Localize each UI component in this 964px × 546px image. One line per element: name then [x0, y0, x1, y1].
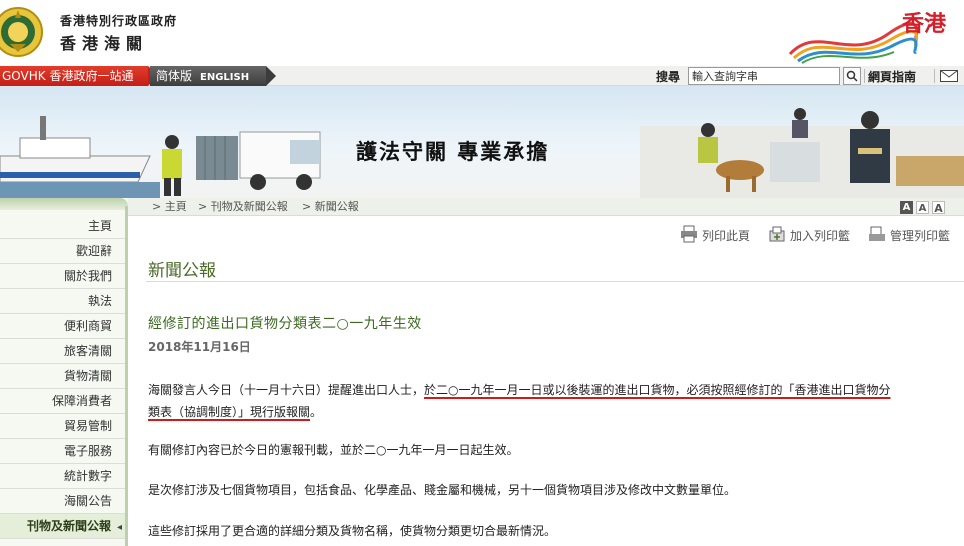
breadcrumb-current: > 新聞公報: [302, 200, 359, 213]
manage-basket-icon: [869, 226, 885, 241]
sitemap-link[interactable]: 網頁指南: [868, 68, 916, 85]
hero-banner: 護法守關 專業承擔: [0, 86, 964, 198]
breadcrumb: > 主頁 > 刊物及新聞公報 > 新聞公報 A A A: [128, 198, 964, 216]
font-size-small-button[interactable]: A: [900, 201, 913, 214]
add-to-print-basket-label: 加入列印籃: [790, 229, 851, 243]
paragraph-1-line-2: 類表（協調制度）」現行版報關。: [148, 403, 322, 420]
title-divider: [146, 281, 964, 282]
sidebar-item-trade-controls[interactable]: 貿易管制: [0, 414, 125, 439]
top-navigation: GOVHK 香港政府一站通 简体版 ENGLISH 搜尋 網頁指南: [0, 66, 964, 86]
sidebar-item-e-services[interactable]: 電子服務: [0, 439, 125, 464]
sidebar-item-consumer-protection[interactable]: 保障消費者: [0, 389, 125, 414]
govhk-link[interactable]: GOVHK 香港政府一站通: [0, 66, 158, 86]
customs-emblem-icon[interactable]: [0, 4, 44, 60]
sidebar-item-cargo-clearance[interactable]: 貨物清關: [0, 364, 125, 389]
page-title: 新聞公報: [148, 261, 216, 281]
breadcrumb-publications[interactable]: > 刊物及新聞公報: [198, 198, 288, 216]
font-size-medium-button[interactable]: A: [916, 201, 929, 214]
sidebar-border: [125, 206, 128, 546]
nav-divider: [934, 69, 935, 83]
search-button[interactable]: [843, 67, 861, 85]
search-label: 搜尋: [656, 70, 681, 84]
search-input[interactable]: [688, 67, 840, 85]
sidebar-item-about-us[interactable]: 關於我們: [0, 264, 125, 289]
brand-hong-kong-logo: [788, 22, 918, 64]
add-basket-icon: [769, 226, 785, 242]
magnifier-icon: [846, 70, 858, 82]
site-header: 香港特別行政區政府 香港海關 香港: [0, 0, 964, 66]
manage-print-basket-label: 管理列印籃: [890, 229, 951, 243]
paragraph-1-emphasis-1: 於二○一九年一月一日或以後裝運的進出口貨物，必須按照經修訂的「香港進出口貨物分: [424, 383, 891, 397]
sidebar-item-enforcement[interactable]: 執法: [0, 289, 125, 314]
envelope-icon[interactable]: [940, 70, 958, 82]
brand-text: 香港: [902, 12, 947, 37]
sidebar-header-bar: [0, 198, 128, 210]
sidebar-item-statistics[interactable]: 統計數字: [0, 464, 125, 489]
breadcrumb-home[interactable]: > 主頁: [152, 198, 187, 216]
paragraph-1-intro: 海關發言人今日（十一月十六日）提醒進出口人士，: [148, 383, 425, 397]
printer-icon: [681, 225, 697, 243]
nav-divider: [864, 69, 865, 83]
paragraph-2: 有關修訂內容已於今日的憲報刊載，並於二○一九年一月一日起生效。: [148, 443, 519, 457]
paragraph-1-line-1: 海關發言人今日（十一月十六日）提醒進出口人士，於二○一九年一月一日或以後裝運的進…: [148, 381, 891, 398]
paragraph-3: 是次修訂涉及七個貨物項目，包括食品、化學產品、賤金屬和機械，另十一個貨物項目涉及…: [148, 483, 737, 497]
sidebar-item-publications-press[interactable]: 刊物及新聞公報: [0, 514, 125, 539]
simplified-chinese-link[interactable]: 简体版: [156, 69, 192, 83]
sidebar-item-customs-notices[interactable]: 海關公告: [0, 489, 125, 514]
sidebar-menu: 主頁 歡迎辭 關於我們 執法 便利商貿 旅客清關 貨物清關 保障消費者 貿易管制…: [0, 214, 125, 539]
sidebar-item-passenger-clearance[interactable]: 旅客清關: [0, 339, 125, 364]
paragraph-4: 這些修訂採用了更合適的詳細分類及貨物名稱，使貨物分類更切合最新情況。: [148, 524, 557, 538]
news-date: 2018年11月16日: [148, 340, 251, 354]
print-page-label: 列印此頁: [702, 229, 751, 243]
language-switcher: 简体版 ENGLISH: [150, 66, 276, 86]
sidebar-item-welcome[interactable]: 歡迎辭: [0, 239, 125, 264]
banner-slogan: 護法守關 專業承擔: [356, 140, 550, 164]
paragraph-1-tail: 。: [310, 405, 323, 419]
sidebar-item-trade-facilitation[interactable]: 便利商貿: [0, 314, 125, 339]
paragraph-1-emphasis-2: 類表（協調制度）」現行版報關: [148, 405, 311, 419]
english-link[interactable]: ENGLISH: [200, 72, 249, 83]
font-size-large-button[interactable]: A: [932, 201, 945, 215]
sidebar: 主頁 歡迎辭 關於我們 執法 便利商貿 旅客清關 貨物清關 保障消費者 貿易管制…: [0, 198, 128, 546]
department-name: 香港海關: [60, 34, 149, 53]
sidebar-item-home[interactable]: 主頁: [0, 214, 125, 239]
department-name-small: 香港特別行政區政府: [60, 14, 178, 28]
news-headline: 經修訂的進出口貨物分類表二○一九年生效: [148, 316, 422, 332]
